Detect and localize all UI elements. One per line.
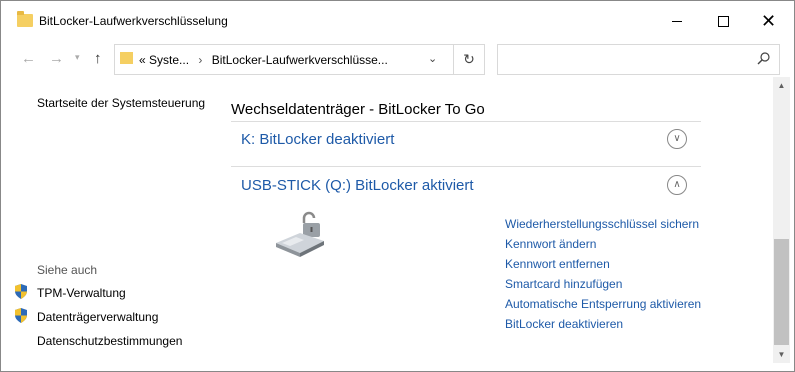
control-panel-home-link[interactable]: Startseite der Systemsteuerung [37, 96, 205, 110]
search-icon [757, 52, 770, 65]
see-also-tpm-link[interactable]: TPM-Verwaltung [37, 286, 126, 300]
scroll-up-arrow-icon[interactable]: ▲ [773, 77, 790, 94]
see-also-heading: Siehe auch [37, 263, 98, 277]
close-icon: ✕ [761, 11, 777, 31]
action-change-password[interactable]: Kennwort ändern [505, 237, 596, 251]
breadcrumb-item[interactable]: Syste... [149, 53, 189, 67]
minimize-icon [672, 21, 682, 22]
refresh-icon: ↻ [463, 51, 475, 67]
vertical-scrollbar[interactable]: ▲ ▼ [773, 77, 790, 363]
shield-icon [15, 308, 27, 323]
collapse-chevron-up-icon[interactable]: ∧ [667, 175, 687, 195]
maximize-button[interactable] [700, 1, 746, 41]
action-backup-recovery-key[interactable]: Wiederherstellungsschlüssel sichern [505, 217, 699, 231]
breadcrumb: « Syste... › BitLocker-Laufwerkverschlüs… [139, 53, 388, 67]
action-turn-off-bitlocker[interactable]: BitLocker deaktivieren [505, 317, 623, 331]
scrollbar-thumb[interactable] [774, 239, 789, 345]
minimize-button[interactable] [654, 1, 700, 41]
chevron-down-icon[interactable]: ⌄ [428, 52, 437, 65]
close-button[interactable]: ✕ [746, 1, 792, 41]
up-arrow-icon[interactable]: ↑ [94, 50, 102, 67]
breadcrumb-overflow[interactable]: « [139, 53, 146, 67]
folder-icon [120, 52, 133, 64]
shield-icon [15, 284, 27, 299]
title-bar: BitLocker-Laufwerkverschlüsselung ✕ [1, 1, 794, 41]
recent-locations-chevron-icon[interactable]: ▾ [75, 52, 80, 63]
drive-q-title[interactable]: USB-STICK (Q:) BitLocker aktiviert [241, 177, 474, 194]
action-enable-auto-unlock[interactable]: Automatische Entsperrung aktivieren [505, 297, 701, 311]
refresh-button[interactable]: ↻ [453, 45, 484, 74]
breadcrumb-separator: › [198, 53, 203, 67]
breadcrumb-item[interactable]: BitLocker-Laufwerkverschlüsse... [212, 53, 388, 67]
back-arrow-icon[interactable]: ← [21, 50, 36, 67]
usb-drive-unlocked-icon [276, 211, 324, 257]
explorer-window: BitLocker-Laufwerkverschlüsselung ✕ ← → … [0, 0, 795, 372]
search-box[interactable] [497, 44, 780, 75]
drive-k-title[interactable]: K: BitLocker deaktiviert [241, 131, 394, 148]
see-also-disk-management-link[interactable]: Datenträgerverwaltung [37, 310, 158, 324]
address-bar[interactable]: « Syste... › BitLocker-Laufwerkverschlüs… [114, 44, 485, 75]
expand-chevron-down-icon[interactable]: ∨ [667, 129, 687, 149]
action-remove-password[interactable]: Kennwort entfernen [505, 257, 610, 271]
navigation-bar: ← → ▾ ↑ « Syste... › BitLocker-Laufwerkv… [1, 41, 794, 77]
divider [231, 166, 701, 167]
action-add-smartcard[interactable]: Smartcard hinzufügen [505, 277, 622, 291]
forward-arrow-icon[interactable]: → [49, 50, 64, 67]
see-also-privacy-link[interactable]: Datenschutzbestimmungen [37, 334, 182, 348]
section-title: Wechseldatenträger - BitLocker To Go [231, 101, 485, 118]
window-title: BitLocker-Laufwerkverschlüsselung [39, 14, 228, 28]
scroll-down-arrow-icon[interactable]: ▼ [773, 346, 790, 363]
maximize-icon [718, 16, 729, 27]
divider [231, 121, 701, 122]
folder-icon [17, 11, 33, 27]
